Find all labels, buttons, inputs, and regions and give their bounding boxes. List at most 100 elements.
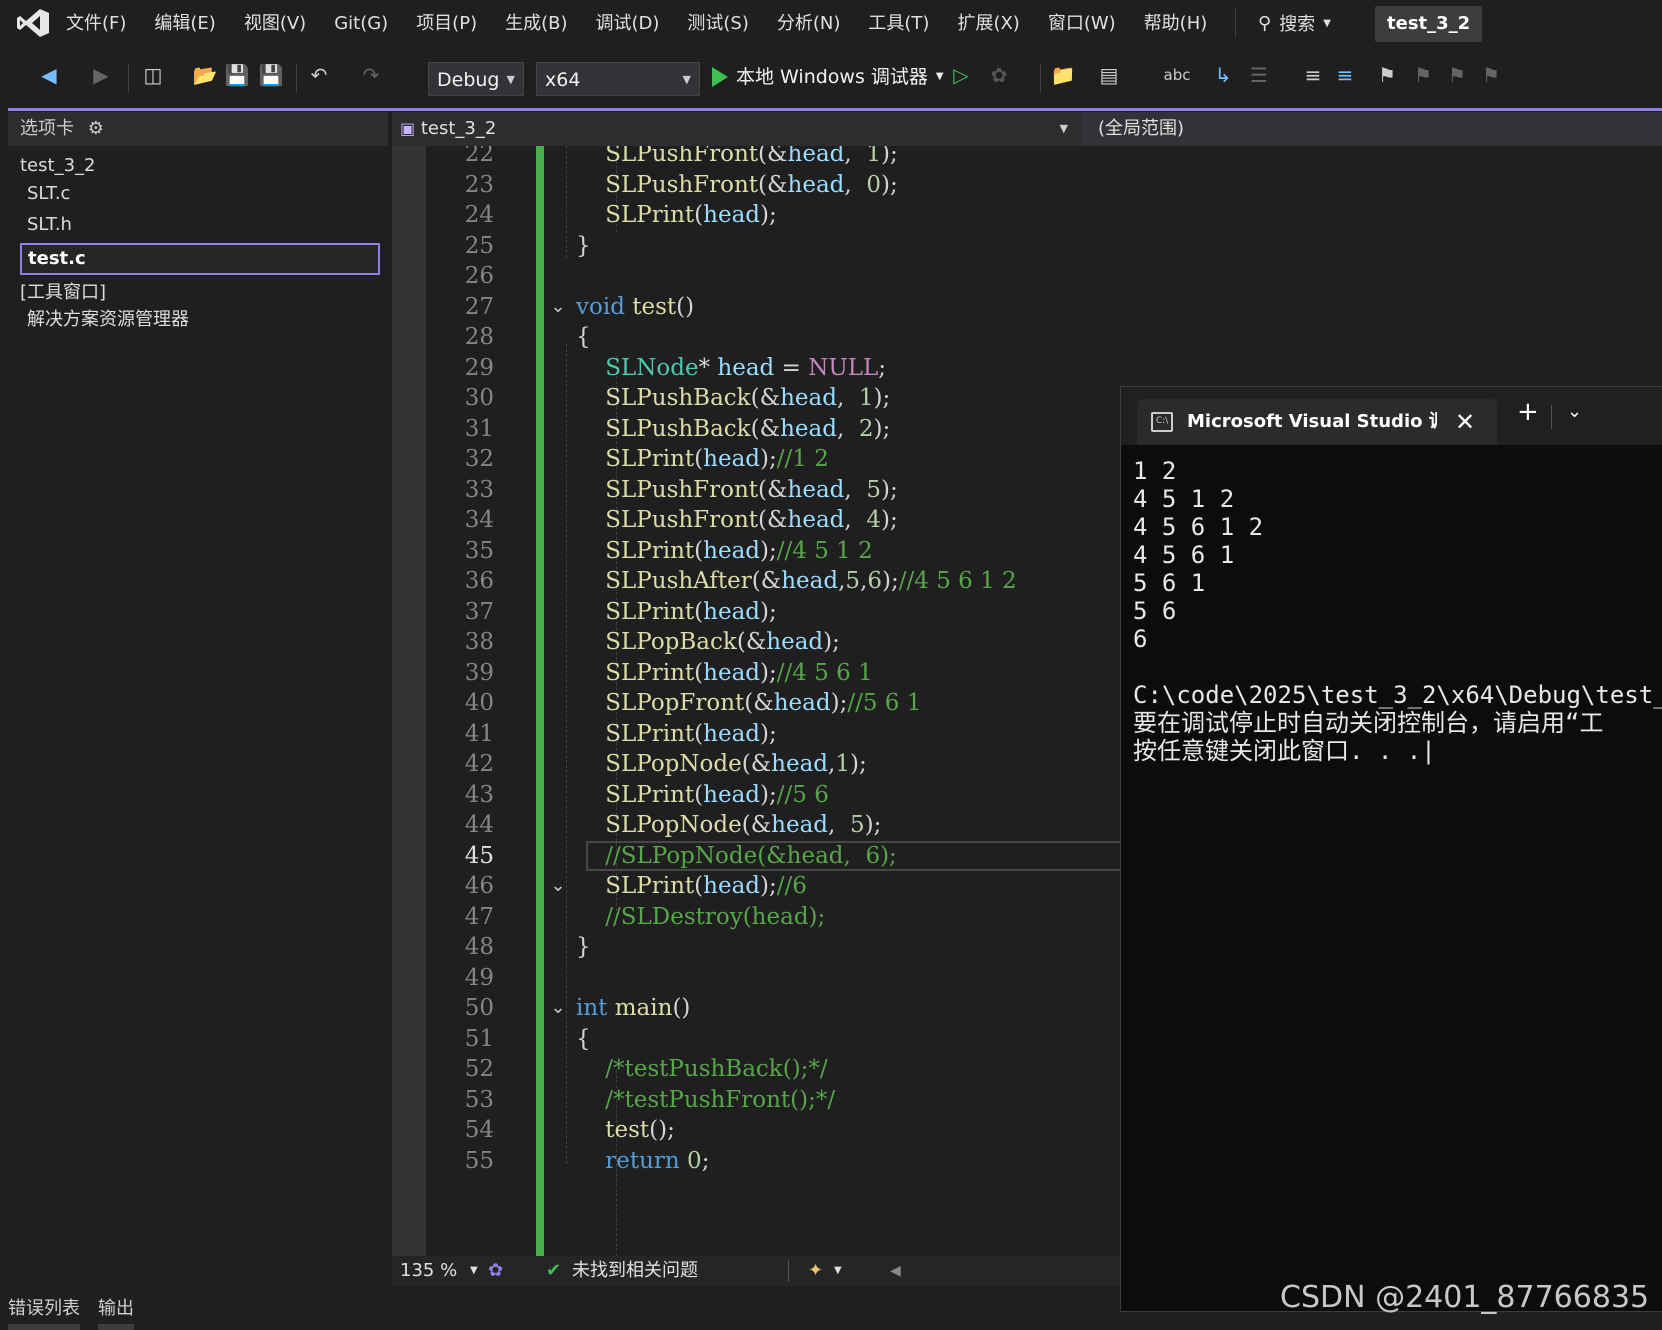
menu-item[interactable]: 工具(T): [854, 12, 943, 36]
line-number: 40: [464, 690, 494, 716]
menu-item[interactable]: 测试(S): [673, 12, 762, 36]
run-label: 本地 Windows 调试器: [736, 66, 928, 88]
window-layout-icon[interactable]: ▤: [1094, 60, 1124, 90]
code-text: test();: [605, 1117, 675, 1143]
menu-item[interactable]: 文件(F): [52, 12, 140, 36]
scope-dropdown[interactable]: (全局范围): [1082, 112, 1662, 146]
next-bookmark-icon[interactable]: ⚑: [1442, 60, 1472, 90]
line-number: 54: [464, 1117, 494, 1143]
issues-status[interactable]: 未找到相关问题: [572, 1256, 698, 1286]
menu-item[interactable]: 编辑(E): [140, 12, 229, 36]
chevron-down-icon[interactable]: ▼: [470, 1256, 478, 1286]
outdent-icon[interactable]: ≡: [1330, 60, 1360, 90]
menu-item[interactable]: 扩展(X): [943, 12, 1033, 36]
solution-title: test_3_2: [1375, 6, 1483, 42]
bottom-tool-tabs: 错误列表 输出: [0, 1290, 392, 1330]
line-number: 34: [464, 507, 494, 533]
scroll-left-icon[interactable]: ◀: [890, 1256, 901, 1286]
chevron-down-icon[interactable]: ▼: [834, 1256, 842, 1286]
prev-bookmark-icon[interactable]: ⚑: [1408, 60, 1438, 90]
zoom-level[interactable]: 135 %: [400, 1256, 457, 1286]
menu-item[interactable]: 生成(B): [491, 12, 581, 36]
search-icon: ⚲: [1258, 12, 1272, 34]
solution-explorer-item[interactable]: 解决方案资源管理器: [27, 308, 189, 332]
debug-console-window[interactable]: C:\ Microsoft Visual Studio 调试控制台 ✕ + ⌄ …: [1120, 386, 1662, 1312]
line-number: 33: [464, 476, 494, 503]
solution-platform-select[interactable]: x64 ▼: [536, 62, 700, 96]
project-dropdown[interactable]: ▣ test_3_2 ▼: [400, 112, 1074, 146]
code-line[interactable]: 23 SLPushFront(&head, 0);: [426, 169, 1662, 201]
tab-output[interactable]: 输出: [98, 1296, 134, 1322]
menu-item[interactable]: 分析(N): [763, 12, 855, 36]
tool-windows-label: [工具窗口]: [20, 282, 107, 303]
menu-item[interactable]: 调试(D): [582, 12, 674, 36]
redo-icon[interactable]: ↷: [356, 60, 386, 90]
line-number: 37: [464, 598, 494, 625]
start-debugging-button[interactable]: 本地 Windows 调试器 ▼: [712, 62, 944, 92]
file-item-slt-h[interactable]: SLT.h: [27, 213, 72, 237]
copilot-icon[interactable]: ✿: [488, 1256, 503, 1286]
code-line[interactable]: 26: [426, 260, 1662, 292]
chevron-down-icon[interactable]: ⌄: [1567, 397, 1582, 427]
menu-item[interactable]: 视图(V): [230, 12, 320, 36]
code-line[interactable]: 28 {: [426, 321, 1662, 353]
tab-underline: [8, 1324, 80, 1330]
code-cleanup-icon[interactable]: ✦: [808, 1256, 823, 1286]
visual-studio-logo-icon: [17, 9, 49, 37]
code-text: SLPushAfter(&head,5,6);//4 5 6 1 2: [605, 568, 1017, 594]
code-text: SLPushBack(&head, 1);: [605, 385, 891, 411]
play-icon: [712, 67, 728, 87]
indicator-margin: [392, 146, 426, 1256]
chevron-down-icon: ▼: [1059, 122, 1068, 135]
navigate-back-icon[interactable]: ◀: [34, 60, 64, 90]
tab-error-list[interactable]: 错误列表: [8, 1296, 80, 1322]
code-line[interactable]: 22 SLPushFront(&head, 1);: [426, 146, 1662, 170]
new-tab-plus-icon[interactable]: +: [1517, 397, 1539, 427]
fold-chevron-icon[interactable]: ⌄: [548, 870, 568, 902]
save-icon[interactable]: 💾: [222, 60, 252, 90]
spell-check-icon[interactable]: abc: [1162, 60, 1192, 90]
step-over-icon[interactable]: ↳: [1208, 60, 1238, 90]
line-number: 38: [464, 629, 494, 655]
code-line[interactable]: 24 SLPrint(head);: [426, 199, 1662, 231]
line-number: 47: [464, 903, 494, 930]
bookmark-icon[interactable]: ⚑: [1372, 60, 1402, 90]
panel-header: 选项卡 ⚙: [8, 112, 388, 146]
code-line[interactable]: 27 ⌄ void test(): [426, 291, 1662, 323]
file-item-slt-c[interactable]: SLT.c: [27, 182, 70, 206]
search-box[interactable]: ⚲ 搜索 ▼: [1258, 10, 1331, 36]
gear-icon[interactable]: ⚙: [88, 118, 104, 139]
new-project-icon[interactable]: ◫: [138, 60, 168, 90]
menu-item[interactable]: 窗口(W): [1034, 12, 1130, 36]
chevron-down-icon: ▼: [506, 73, 515, 86]
navigate-forward-icon[interactable]: ▶: [86, 60, 116, 90]
code-line[interactable]: 25}: [426, 230, 1662, 262]
save-all-icon[interactable]: 💾: [256, 60, 286, 90]
comment-icon[interactable]: ☰: [1244, 60, 1274, 90]
line-number: 42: [464, 751, 494, 777]
menu-item[interactable]: 项目(P): [402, 12, 491, 36]
hot-reload-icon[interactable]: ✿: [984, 60, 1014, 90]
menu-item[interactable]: 帮助(H): [1130, 12, 1222, 36]
close-icon[interactable]: ✕: [1455, 399, 1475, 445]
project-item[interactable]: test_3_2: [20, 154, 95, 178]
open-file-icon[interactable]: 📂: [190, 60, 220, 90]
line-number: 39: [464, 659, 494, 686]
main-menu: 文件(F) 编辑(E) 视图(V) Git(G) 项目(P) 生成(B) 调试(D) 测试(S…: [52, 12, 1221, 36]
solution-configuration-select[interactable]: Debug ▼: [428, 62, 524, 96]
check-circle-icon: ✔: [546, 1260, 562, 1281]
terminal-icon: C:\: [1151, 412, 1173, 432]
file-item-test-c[interactable]: test.c: [20, 243, 380, 275]
clear-bookmarks-icon[interactable]: ⚑: [1476, 60, 1506, 90]
code-line[interactable]: 29 SLNode* head = NULL;: [426, 352, 1662, 384]
console-tab[interactable]: C:\ Microsoft Visual Studio 调试控制台 ✕: [1137, 399, 1497, 445]
code-text: }: [576, 232, 591, 259]
browse-folder-icon[interactable]: 📁: [1048, 60, 1078, 90]
start-without-debugging-icon[interactable]: ▷: [946, 60, 976, 90]
fold-chevron-icon[interactable]: ⌄: [548, 291, 568, 323]
undo-icon[interactable]: ↶: [304, 60, 334, 90]
fold-chevron-icon[interactable]: ⌄: [548, 992, 568, 1024]
line-number: 46: [464, 873, 494, 899]
indent-icon[interactable]: ≡: [1298, 60, 1328, 90]
menu-item[interactable]: Git(G): [320, 12, 402, 36]
